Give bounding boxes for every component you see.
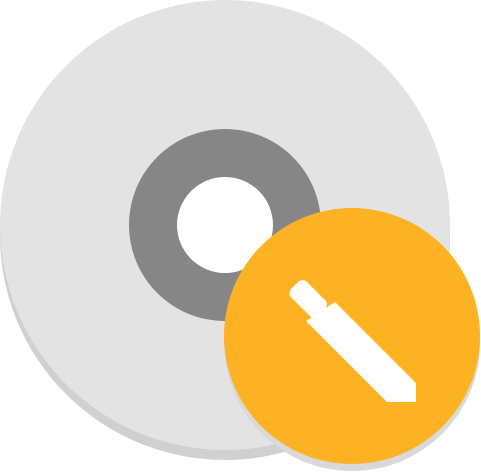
disc-edit-icon-svg — [0, 0, 480, 471]
app-icon — [0, 0, 481, 473]
